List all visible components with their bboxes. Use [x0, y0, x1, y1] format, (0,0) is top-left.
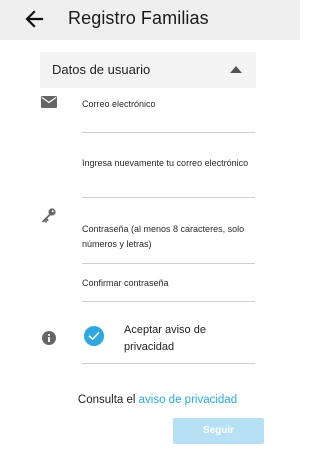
email-field[interactable]: Correo electrónico [82, 97, 254, 112]
email-confirm-underline [82, 197, 255, 198]
privacy-note-prefix: Consulta el [77, 394, 136, 406]
privacy-checkbox-label: Aceptar aviso de privacidad [124, 324, 206, 353]
back-button[interactable] [22, 7, 48, 31]
caret-up-icon [230, 66, 242, 73]
email-confirm-field[interactable]: Ingresa nuevamente tu correo electrónico [82, 156, 254, 171]
section-label: Datos de usuario [52, 62, 151, 77]
page-title: Registro Familias [68, 8, 209, 28]
privacy-link[interactable]: aviso de privacidad [139, 394, 237, 406]
email-placeholder: Correo electrónico [82, 99, 156, 109]
user-data-section-toggle[interactable]: Datos de usuario [40, 52, 256, 88]
privacy-underline [82, 363, 255, 364]
envelope-icon [41, 96, 57, 108]
info-icon[interactable] [42, 331, 56, 345]
key-icon [42, 208, 56, 223]
arrow-left-icon [25, 10, 44, 28]
password-confirm-underline [82, 301, 255, 302]
password-confirm-field[interactable]: Confirmar contraseña [82, 276, 254, 291]
app-bar: Registro Familias [0, 0, 300, 40]
registration-screen: Registro Familias Datos de usuario Corre… [0, 0, 300, 450]
privacy-note: Consulta el aviso de privacidad [0, 394, 300, 406]
password-confirm-placeholder: Confirmar contraseña [82, 278, 169, 288]
password-field[interactable]: Contraseña (al menos 8 caracteres, solo … [82, 222, 254, 252]
email-confirm-placeholder: Ingresa nuevamente tu correo electrónico [82, 158, 249, 168]
password-underline [82, 263, 255, 264]
password-placeholder: Contraseña (al menos 8 caracteres, solo … [82, 224, 245, 249]
submit-button[interactable]: Seguir [173, 418, 264, 444]
check-icon [88, 332, 100, 340]
email-underline [82, 132, 255, 133]
privacy-checkbox[interactable] [84, 326, 104, 346]
